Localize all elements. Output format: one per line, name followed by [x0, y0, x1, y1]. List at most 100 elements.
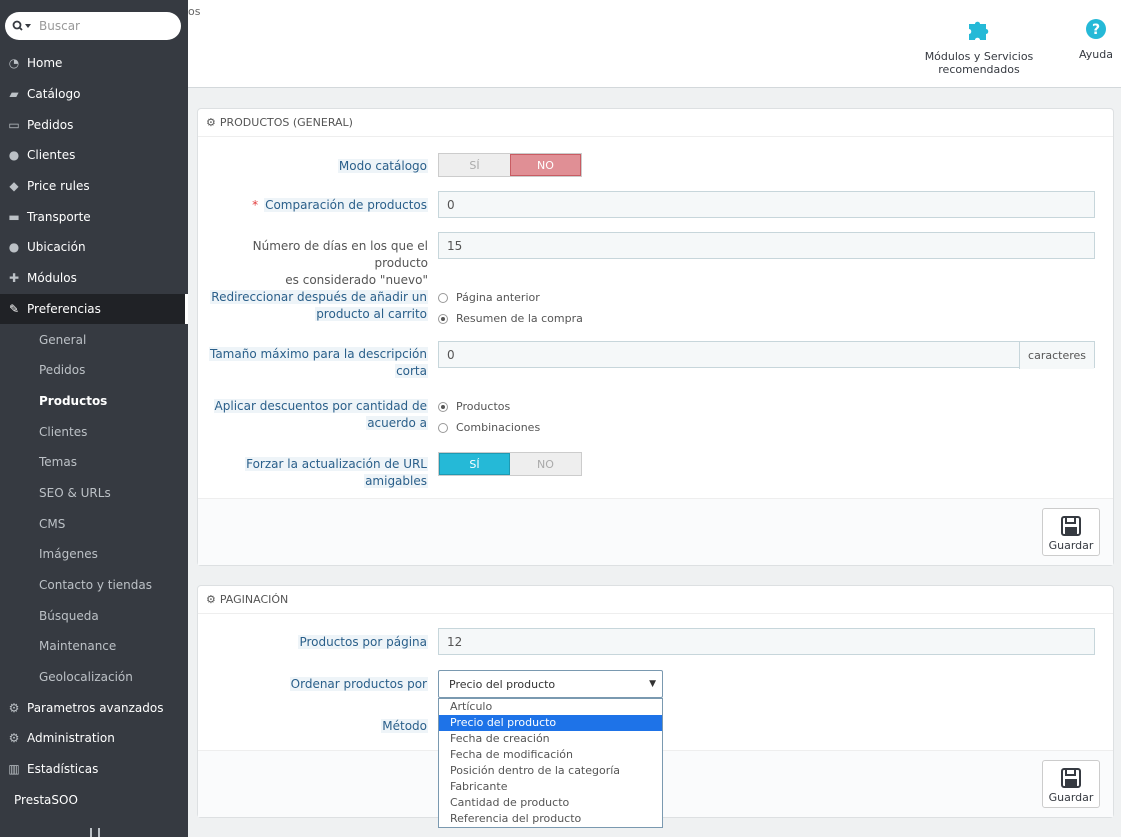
dropdown-option-position[interactable]: Posición dentro de la categoría — [439, 763, 662, 779]
sidebar-subitem-maintenance[interactable]: Maintenance — [0, 631, 188, 662]
sidebar-subitem-seo-urls[interactable]: SEO & URLs — [0, 477, 188, 509]
users-icon: ● — [8, 148, 20, 163]
short-desc-label: Tamaño máximo para la descripción corta — [208, 347, 428, 378]
save-icon — [1061, 516, 1081, 536]
search-icon[interactable] — [5, 20, 39, 32]
sidebar-subitem-geolocation[interactable]: Geolocalización — [0, 661, 188, 693]
gear-icon: ⚙ — [8, 731, 20, 746]
sidebar-subitem-customers[interactable]: Clientes — [0, 416, 188, 447]
sidebar-item-administration[interactable]: ⚙ Administration — [0, 723, 188, 754]
compare-label: * Comparación de productos — [252, 198, 428, 212]
save-label: Guardar — [1048, 791, 1094, 804]
truck-icon: ▬ — [8, 209, 20, 224]
recommended-modules-button[interactable]: Módulos y Servicios recomendados — [890, 18, 1068, 76]
short-desc-input[interactable]: 0 — [447, 348, 455, 362]
sidebar-item-stats[interactable]: ▥ Estadísticas — [0, 754, 188, 785]
radio-button[interactable] — [438, 422, 448, 433]
dropdown-option-reference[interactable]: Referencia del producto — [439, 811, 662, 827]
panel-heading: ⚙ PRODUCTOS (GENERAL) — [198, 109, 1113, 137]
dropdown-option-article[interactable]: Artículo — [439, 699, 662, 715]
wrench-icon: ✎ — [8, 301, 20, 316]
discount-option-products[interactable]: Productos — [438, 396, 540, 417]
caret-down-icon: ▼ — [649, 679, 656, 689]
required-marker: * — [252, 198, 259, 212]
method-label: Método — [381, 719, 428, 733]
bar-chart-icon: ▥ — [8, 762, 20, 777]
dropdown-option-price[interactable]: Precio del producto — [439, 715, 662, 731]
sidebar-subitem-search[interactable]: Búsqueda — [0, 600, 188, 632]
new-days-label: Número de días en los que el producto es… — [252, 239, 428, 287]
discount-label: Aplicar descuentos por cantidad de acuer… — [213, 399, 428, 430]
panel-title: PAGINACIÓN — [219, 593, 289, 606]
order-by-row: Ordenar productos por Precio del product… — [198, 670, 1113, 698]
sidebar-item-price-rules[interactable]: ◆ Price rules — [0, 171, 188, 202]
panel-title: PRODUCTOS (GENERAL) — [219, 116, 353, 129]
search-box[interactable] — [5, 12, 181, 40]
radio-button[interactable] — [438, 401, 448, 412]
help-icon: ? — [1086, 19, 1106, 39]
order-by-select[interactable]: Precio del producto ▼ — [438, 670, 663, 698]
help-label: Ayuda — [1079, 48, 1113, 61]
friendly-url-label: Forzar la actualización de URL amigables — [245, 457, 428, 488]
sidebar-item-advanced-parameters[interactable]: ⚙ Parametros avanzados — [0, 692, 188, 723]
friendly-url-no[interactable]: NO — [510, 453, 581, 475]
search-input[interactable] — [39, 19, 159, 33]
compare-input[interactable]: 0 — [438, 191, 1095, 218]
discount-option-combinations[interactable]: Combinaciones — [438, 417, 540, 438]
sidebar-item-shipping[interactable]: ▬ Transporte — [0, 201, 188, 232]
per-page-label: Productos por página — [298, 635, 428, 649]
save-button[interactable]: Guardar — [1042, 760, 1100, 808]
recommended-modules-label: Módulos y Servicios recomendados — [924, 50, 1034, 76]
sidebar-subitem-cms[interactable]: CMS — [0, 508, 188, 539]
tag-icon: ◆ — [9, 179, 19, 194]
sidebar-item-customers[interactable]: ● Clientes — [0, 140, 188, 171]
short-desc-addon: caracteres — [1019, 342, 1094, 369]
short-desc-input-group[interactable]: 0 caracteres — [438, 341, 1095, 369]
radio-button[interactable] — [438, 292, 448, 303]
save-button[interactable]: Guardar — [1042, 508, 1100, 556]
catalog-mode-switch[interactable]: SÍ NO — [438, 153, 582, 177]
sidebar-subitem-products[interactable]: Productos — [0, 385, 188, 417]
sidebar-subitem-images[interactable]: Imágenes — [0, 539, 188, 570]
sidebar-item-preferences[interactable]: ✎ Preferencias — [0, 293, 188, 325]
radio-button[interactable] — [438, 313, 448, 324]
sidebar-collapse-handle[interactable] — [90, 828, 100, 837]
gears-icon: ⚙ — [206, 593, 216, 606]
sidebar-item-modules[interactable]: ✚ Módulos — [0, 263, 188, 294]
catalog-mode-yes[interactable]: SÍ — [439, 154, 510, 176]
sidebar-item-orders[interactable]: ▭ Pedidos — [0, 109, 188, 140]
sidebar-item-catalog[interactable]: ▰ Catálogo — [0, 79, 188, 110]
sidebar-item-localization[interactable]: ● Ubicación — [0, 232, 188, 263]
page-header: os Módulos y Servicios recomendados ? Ay… — [188, 0, 1121, 88]
per-page-input[interactable]: 12 — [438, 628, 1095, 655]
book-icon: ▰ — [9, 87, 19, 102]
globe-icon: ● — [8, 240, 20, 255]
friendly-url-yes[interactable]: SÍ — [439, 453, 510, 475]
redirect-options: Página anterior Resumen de la compra — [438, 287, 583, 329]
friendly-url-switch[interactable]: SÍ NO — [438, 452, 582, 476]
catalog-mode-label: Modo catálogo — [337, 159, 428, 173]
save-icon — [1061, 768, 1081, 788]
save-label: Guardar — [1048, 539, 1094, 552]
sidebar-item-prestasoo[interactable]: PrestaSOO — [0, 785, 188, 816]
dropdown-option-manufacturer[interactable]: Fabricante — [439, 779, 662, 795]
catalog-mode-no[interactable]: NO — [510, 154, 581, 176]
credit-card-icon: ▭ — [8, 117, 20, 132]
panel-heading: ⚙ PAGINACIÓN — [198, 586, 1113, 614]
puzzle-icon: ✚ — [8, 271, 20, 286]
order-by-label: Ordenar productos por — [289, 677, 428, 691]
dropdown-option-quantity[interactable]: Cantidad de producto — [439, 795, 662, 811]
sidebar: ◔Home ▰Catálogo ▭Pedidos ●Clientes ◆Pric… — [0, 0, 188, 837]
sidebar-subitem-themes[interactable]: Temas — [0, 446, 188, 478]
redirect-option-previous[interactable]: Página anterior — [438, 287, 583, 308]
sidebar-subitem-contact-stores[interactable]: Contacto y tiendas — [0, 569, 188, 601]
order-by-selected: Precio del producto — [449, 677, 556, 691]
dropdown-option-date-upd[interactable]: Fecha de modificación — [439, 747, 662, 763]
sidebar-item-home[interactable]: ◔ Home — [0, 48, 188, 79]
sidebar-subitem-general[interactable]: General — [0, 324, 188, 355]
redirect-option-summary[interactable]: Resumen de la compra — [438, 308, 583, 329]
sidebar-subitem-orders[interactable]: Pedidos — [0, 354, 188, 386]
dropdown-option-date-add[interactable]: Fecha de creación — [439, 731, 662, 747]
help-button[interactable]: ? Ayuda — [1078, 18, 1114, 61]
new-days-input[interactable]: 15 — [438, 232, 1095, 259]
